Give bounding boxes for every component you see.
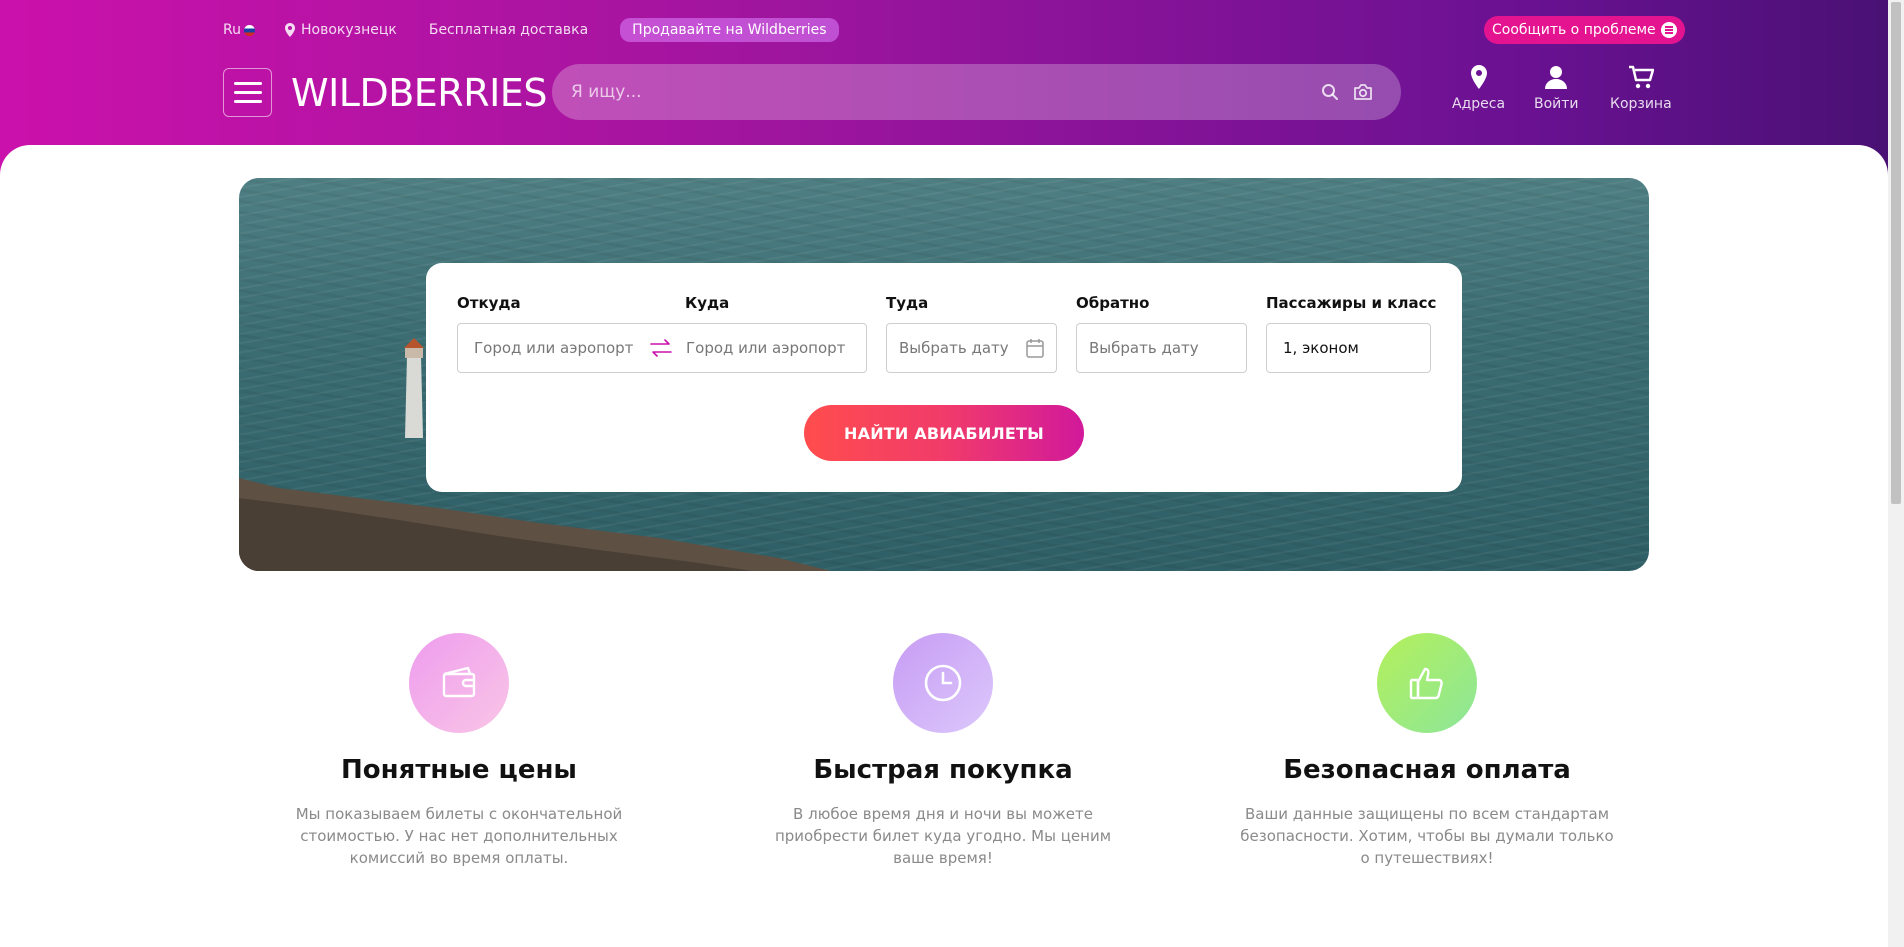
login-link[interactable]: Войти	[1534, 64, 1579, 112]
cart-icon	[1628, 65, 1654, 89]
flight-search-form: Откуда Куда Туда Обратно Пассажиры и кла…	[426, 263, 1462, 492]
scrollbar-thumb[interactable]	[1891, 2, 1901, 504]
feature-title: Понятные цены	[341, 755, 577, 785]
feature-description: Ваши данные защищены по всем стандартам …	[1240, 805, 1614, 867]
addresses-label: Адреса	[1452, 96, 1506, 112]
sell-on-wildberries-button[interactable]: Продавайте на Wildberries	[620, 18, 839, 42]
depart-date-placeholder: Выбрать дату	[899, 339, 1009, 357]
language-label: Ru	[223, 22, 241, 38]
feature-description: Мы показываем билеты с окончательной сто…	[295, 805, 623, 867]
user-icon	[1545, 66, 1568, 89]
passengers-class-select[interactable]: 1, эконом	[1266, 323, 1431, 373]
from-label: Откуда	[457, 294, 521, 312]
feature-icon-circle	[893, 633, 993, 733]
city-label: Новокузнецк	[300, 22, 397, 38]
return-date-placeholder: Выбрать дату	[1089, 339, 1199, 357]
cart-link[interactable]: Корзина	[1610, 64, 1672, 112]
language-selector[interactable]: Ru	[223, 22, 255, 38]
to-label: Куда	[685, 294, 730, 312]
report-problem-button[interactable]: Сообщить о проблеме	[1484, 16, 1685, 44]
top-bar: Ru Новокузнецк Бесплатная доставка Прода…	[223, 18, 1664, 42]
report-problem-label: Сообщить о проблеме	[1492, 22, 1656, 38]
feature-description: В любое время дня и ночи вы можете приоб…	[774, 805, 1112, 867]
search-icon[interactable]	[1321, 83, 1339, 101]
russia-flag-icon	[243, 24, 255, 36]
find-flights-button[interactable]: НАЙТИ АВИАБИЛЕТЫ	[804, 405, 1084, 461]
logo[interactable]: WILDBERRIES	[291, 68, 547, 118]
chat-icon	[1660, 22, 1677, 38]
depart-date-input[interactable]: Выбрать дату	[886, 323, 1057, 373]
feature-icon-circle	[1377, 633, 1477, 733]
swap-icon[interactable]	[650, 339, 672, 357]
feature-fast-purchase: Быстрая покупка В любое время дня и ночи…	[733, 633, 1153, 869]
wallet-icon	[442, 666, 476, 698]
depart-label: Туда	[886, 294, 929, 312]
menu-button[interactable]	[223, 68, 272, 117]
to-input[interactable]: Город или аэропорт	[686, 339, 845, 357]
location-pin-icon	[1470, 65, 1487, 89]
page-scrollbar[interactable]	[1888, 0, 1904, 947]
clock-icon	[924, 664, 962, 702]
camera-icon[interactable]	[1353, 83, 1373, 101]
return-label: Обратно	[1076, 294, 1150, 312]
feature-clear-prices: Понятные цены Мы показываем билеты с око…	[249, 633, 669, 869]
calendar-icon	[1026, 339, 1044, 358]
search-bar	[552, 64, 1401, 120]
from-input[interactable]: Город или аэропорт	[474, 339, 670, 357]
return-date-input[interactable]: Выбрать дату	[1076, 323, 1247, 373]
city-selector[interactable]: Новокузнецк	[284, 22, 397, 38]
feature-title: Быстрая покупка	[813, 755, 1073, 785]
feature-title: Безопасная оплата	[1283, 755, 1571, 785]
passengers-label: Пассажиры и класс	[1266, 294, 1437, 312]
hamburger-icon	[233, 82, 262, 85]
login-label: Войти	[1534, 96, 1579, 112]
cart-label: Корзина	[1610, 96, 1672, 112]
passengers-class-value: 1, эконом	[1283, 339, 1359, 357]
lighthouse-image	[404, 338, 424, 438]
free-delivery-link[interactable]: Бесплатная доставка	[429, 22, 588, 38]
feature-icon-circle	[409, 633, 509, 733]
feature-safe-payment: Безопасная оплата Ваши данные защищены п…	[1217, 633, 1637, 869]
addresses-link[interactable]: Адреса	[1452, 64, 1505, 112]
search-input[interactable]	[571, 82, 1311, 102]
location-pin-icon	[284, 23, 295, 37]
thumbs-up-icon	[1409, 667, 1443, 700]
